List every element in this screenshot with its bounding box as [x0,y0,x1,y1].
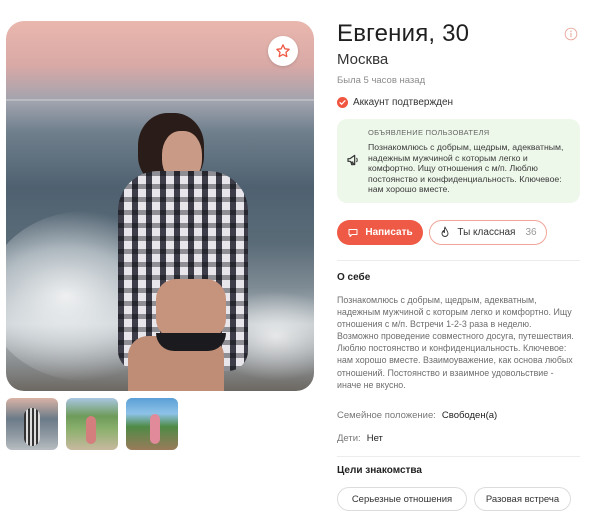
photo-thumbnail[interactable] [126,398,178,450]
about-title: О себе [337,272,371,283]
compliment-label: Ты классная [457,227,516,238]
family-status-label: Семейное положение: [337,410,436,421]
goal-chip-casual[interactable]: Разовая встреча [474,487,571,511]
announcement-text: Познакомлюсь с добрым, щедрым, адекватны… [368,142,564,195]
star-icon [276,44,290,58]
goals-title: Цели знакомства [337,465,422,476]
profile-city: Москва [337,51,389,68]
photo-thumbnail[interactable] [66,398,118,450]
write-message-label: Написать [365,227,413,238]
family-status-value: Свободен(а) [441,410,498,421]
family-status: Семейное положение: Свободен(а) [337,410,497,421]
megaphone-icon [347,154,358,166]
profile-name-age: Евгения, 30 [337,20,470,47]
info-icon[interactable] [564,27,578,41]
verified-label: Аккаунт подтвержден [353,97,454,108]
main-photo[interactable] [6,21,314,391]
flame-icon [441,226,449,237]
chat-bubble-icon [348,228,358,237]
section-divider [337,456,580,457]
kids-status: Дети: Нет [337,433,383,444]
compliment-count: 36 [525,227,537,238]
photo-thumbnails [6,398,178,450]
user-announcement: Объявление пользователя Познакомлюсь с д… [337,119,580,203]
photo-horizon [6,99,314,101]
write-message-button[interactable]: Написать [337,220,423,245]
kids-label: Дети: [337,433,361,444]
photo-thumbnail[interactable] [6,398,58,450]
compliment-button[interactable]: Ты классная 36 [429,220,547,245]
check-circle-icon [337,97,348,108]
section-divider [337,260,580,261]
announcement-title: Объявление пользователя [368,128,490,137]
kids-value: Нет [366,433,383,444]
photo-person-torso [156,279,226,339]
about-text: Познакомлюсь с добрым, щедрым, адекватны… [337,295,574,390]
favorite-button[interactable] [268,36,298,66]
verified-badge: Аккаунт подтвержден [337,97,453,108]
goal-chip-serious[interactable]: Серьезные отношения [337,487,467,511]
last-seen-status: Была 5 часов назад [337,75,426,86]
photo-person-swimwear [156,333,226,351]
